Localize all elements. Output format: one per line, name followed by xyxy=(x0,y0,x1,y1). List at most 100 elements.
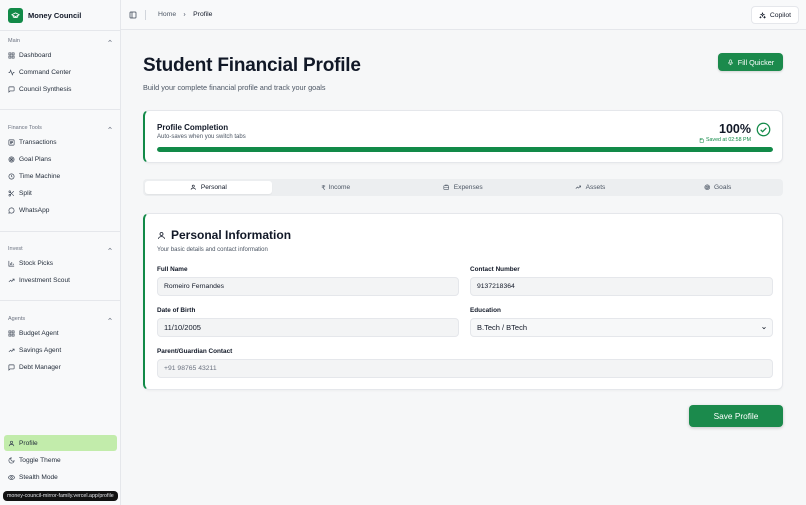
clock-icon xyxy=(8,173,15,180)
chevron-up-icon[interactable] xyxy=(107,246,113,252)
sidebar-item-dashboard[interactable]: Dashboard xyxy=(0,47,121,64)
sidebar-item-label: Budget Agent xyxy=(19,330,59,337)
chat-icon xyxy=(8,364,15,371)
chat-icon xyxy=(8,86,15,93)
sidebar-item-label: Stealth Mode xyxy=(19,474,58,481)
tab-goals[interactable]: Goals xyxy=(654,181,781,194)
user-icon xyxy=(8,440,15,447)
trend-icon xyxy=(8,348,15,353)
education-label: Education xyxy=(470,307,501,314)
completion-percent: 100% xyxy=(719,122,751,136)
sidebar: Money Council Main Dashboard Command Cen… xyxy=(0,0,121,505)
fill-quicker-button[interactable]: Fill Quicker xyxy=(718,53,783,71)
sidebar-item-label: Stock Picks xyxy=(19,260,54,267)
sidebar-item-label: Council Synthesis xyxy=(19,86,72,93)
sidebar-item-label: Savings Agent xyxy=(19,347,62,354)
section-main: Main Dashboard Command Center Council Sy… xyxy=(0,35,121,98)
sidebar-item-council-synthesis[interactable]: Council Synthesis xyxy=(0,81,121,98)
eye-icon xyxy=(8,475,15,480)
section-title: Invest xyxy=(8,246,23,252)
sidebar-item-label: Dashboard xyxy=(19,52,52,59)
page-subtitle: Build your complete financial profile an… xyxy=(143,83,326,92)
tab-label: Personal xyxy=(200,184,227,191)
message-icon xyxy=(8,207,15,214)
sidebar-item-savings-agent[interactable]: Savings Agent xyxy=(0,342,121,359)
date-of-birth-label: Date of Birth xyxy=(157,307,196,314)
bar-chart-icon xyxy=(8,260,15,267)
rupee-icon: ₹ xyxy=(321,184,326,192)
tab-label: Expenses xyxy=(453,184,483,191)
sidebar-item-investment-scout[interactable]: Investment Scout xyxy=(0,272,121,289)
full-name-input[interactable]: Romeiro Fernandes xyxy=(157,277,459,296)
fill-quicker-label: Fill Quicker xyxy=(737,57,775,67)
sidebar-item-label: Command Center xyxy=(19,69,72,76)
tab-expenses[interactable]: Expenses xyxy=(399,181,526,194)
sidebar-item-command-center[interactable]: Command Center xyxy=(0,64,121,81)
section-title: Finance Tools xyxy=(8,125,42,131)
sparkle-icon xyxy=(758,11,766,19)
tab-label: Assets xyxy=(585,184,606,191)
guardian-contact-input[interactable]: +91 98765 43211 xyxy=(157,359,773,378)
chevron-up-icon[interactable] xyxy=(107,125,113,131)
sidebar-item-label: WhatsApp xyxy=(19,207,50,214)
sidebar-item-whatsapp[interactable]: WhatsApp xyxy=(0,202,121,219)
saved-status: Saved at 02:58 PM xyxy=(699,137,751,143)
profile-completion-card: Profile Completion Auto-saves when you s… xyxy=(143,110,783,163)
target-icon xyxy=(704,184,710,191)
sidebar-item-transactions[interactable]: Transactions xyxy=(0,134,121,151)
list-icon xyxy=(8,139,15,146)
contact-number-label: Contact Number xyxy=(470,266,520,273)
split-icon xyxy=(8,190,15,197)
sidebar-item-split[interactable]: Split xyxy=(0,185,121,202)
chevron-up-icon[interactable] xyxy=(107,38,113,44)
sidebar-item-toggle-theme[interactable]: Toggle Theme xyxy=(0,452,121,469)
breadcrumb: Home Profile xyxy=(146,11,212,18)
completion-progress-bar xyxy=(157,147,773,152)
sidebar-item-budget-agent[interactable]: Budget Agent xyxy=(0,325,121,342)
sidebar-item-stock-picks[interactable]: Stock Picks xyxy=(0,255,121,272)
tab-income[interactable]: ₹ Income xyxy=(272,181,399,194)
sidebar-item-debt-manager[interactable]: Debt Manager xyxy=(0,359,121,376)
sidebar-item-goal-plans[interactable]: Goal Plans xyxy=(0,151,121,168)
completion-title: Profile Completion xyxy=(157,123,229,132)
sidebar-item-label: Toggle Theme xyxy=(19,457,61,464)
tab-assets[interactable]: Assets xyxy=(527,181,654,194)
personal-information-card: Personal Information Your basic details … xyxy=(143,213,783,390)
sidebar-item-label: Investment Scout xyxy=(19,277,70,284)
sidebar-item-stealth-mode[interactable]: Stealth Mode xyxy=(0,469,121,486)
tab-label: Goals xyxy=(714,184,732,191)
section-title: Agents xyxy=(8,316,26,322)
full-name-label: Full Name xyxy=(157,266,188,273)
save-profile-button[interactable]: Save Profile xyxy=(689,405,783,427)
profile-tabs: Personal ₹ Income Expenses Assets Goals xyxy=(143,179,783,196)
tab-personal[interactable]: Personal xyxy=(145,181,273,194)
sidebar-item-profile[interactable]: Profile xyxy=(0,435,121,452)
sidebar-toggle-icon[interactable] xyxy=(129,11,137,19)
microphone-icon xyxy=(727,59,733,65)
section-finance-tools: Finance Tools Transactions Goal Plans Ti… xyxy=(0,122,121,219)
completion-subtitle: Auto-saves when you switch tabs xyxy=(157,134,246,140)
breadcrumb-current: Profile xyxy=(193,11,213,18)
target-icon xyxy=(8,156,15,163)
sidebar-item-time-machine[interactable]: Time Machine xyxy=(0,168,121,185)
completion-progress-fill xyxy=(157,147,773,152)
date-of-birth-input[interactable]: 11/10/2005 xyxy=(157,318,459,337)
copilot-button[interactable]: Copilot xyxy=(750,6,799,24)
section-invest: Invest Stock Picks Investment Scout xyxy=(0,243,121,289)
section-agents: Agents Budget Agent Savings Agent Debt M… xyxy=(0,313,121,376)
grid-icon xyxy=(8,330,15,337)
chevron-up-icon[interactable] xyxy=(107,316,113,322)
copilot-label: Copilot xyxy=(769,11,791,19)
section-heading: Personal Information xyxy=(157,228,291,242)
contact-number-input[interactable]: 9137218364 xyxy=(470,277,773,296)
personal-info-subtitle: Your basic details and contact informati… xyxy=(157,247,268,253)
brand[interactable]: Money Council xyxy=(0,0,120,30)
sidebar-item-label: Debt Manager xyxy=(19,364,61,371)
trend-icon xyxy=(8,278,15,283)
education-select[interactable]: B.Tech / BTech xyxy=(470,318,773,337)
chevron-down-icon xyxy=(762,326,766,330)
sidebar-item-label: Transactions xyxy=(19,139,57,146)
section-title: Main xyxy=(8,38,20,44)
money-council-logo-icon xyxy=(8,7,23,23)
breadcrumb-home[interactable]: Home xyxy=(158,11,176,18)
